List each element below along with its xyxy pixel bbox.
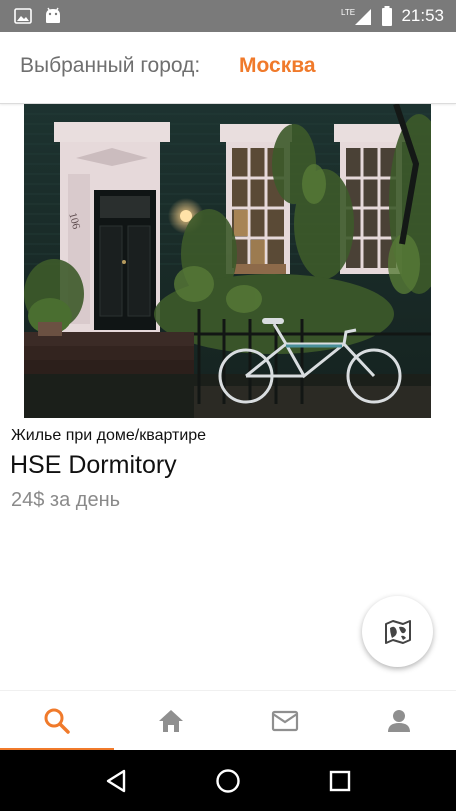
status-bar-right: LTE 21:53 [341,0,444,32]
status-bar: LTE 21:53 [0,0,456,32]
nav-profile[interactable] [342,691,456,751]
status-time: 21:53 [401,6,444,25]
battery-icon [382,6,393,26]
back-icon [106,769,126,792]
system-recents-button[interactable] [310,750,370,811]
listing-type: Жилье при доме/квартире [11,427,207,444]
listing-price: 24$ за день [11,489,121,511]
nav-search[interactable] [0,691,114,751]
selected-city-label: Выбранный город: [20,54,201,77]
image-icon [14,7,32,24]
house-photo-illustration: 106 [24,104,431,418]
svg-text:LTE: LTE [341,8,355,17]
map-fab-button[interactable] [362,596,433,667]
listing-photo[interactable]: 106 [24,104,431,418]
listing-title[interactable]: HSE Dormitory [10,451,177,480]
lte-signal-icon: LTE [341,8,372,25]
status-bar-left [14,7,62,24]
system-navigation-bar [0,750,456,811]
recents-icon [329,770,351,791]
system-back-button[interactable] [86,750,146,811]
map-icon [384,619,411,644]
nav-home[interactable] [114,691,228,751]
nav-messages[interactable] [228,691,342,751]
selected-city-value[interactable]: Москва [239,54,316,78]
android-icon [46,7,60,23]
home-icon [159,710,183,732]
bottom-navigation [0,690,456,751]
city-header[interactable]: Выбранный город: Москва [0,32,456,104]
mail-icon [271,710,299,732]
system-home-button[interactable] [198,750,258,811]
search-icon [44,708,70,734]
home-circle-icon [216,768,240,793]
person-icon [388,710,410,732]
